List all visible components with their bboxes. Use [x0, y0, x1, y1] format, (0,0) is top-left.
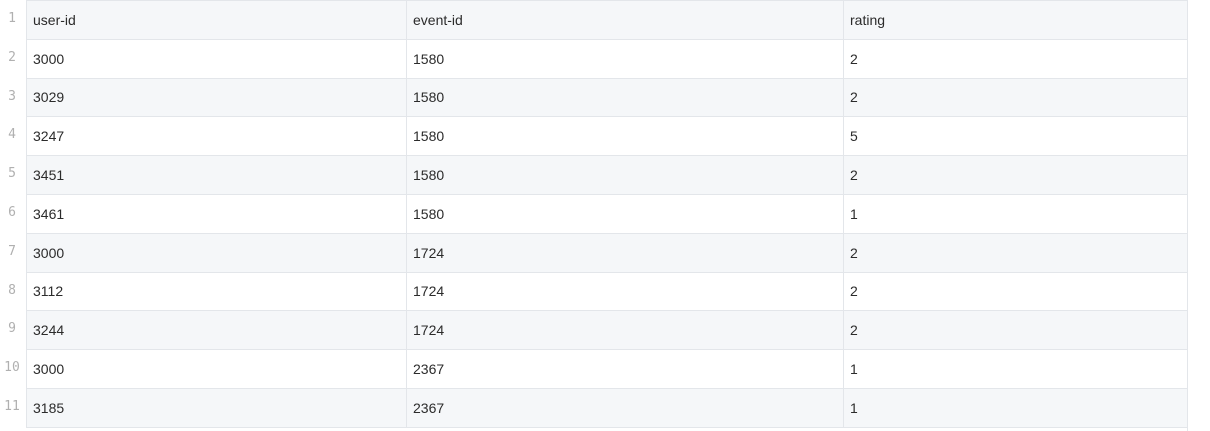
- data-table: user-id event-id rating 3000 1580 2 3029…: [26, 0, 1188, 428]
- table-row: 3112 1724 2: [26, 271, 1188, 312]
- cell-event-id[interactable]: 1580: [406, 155, 844, 195]
- cell-rating[interactable]: 2: [843, 38, 1188, 79]
- line-number: 7: [8, 243, 16, 259]
- cell-user-id[interactable]: 3451: [26, 155, 407, 195]
- line-number: 3: [8, 88, 16, 104]
- cell-rating[interactable]: 1: [843, 387, 1188, 428]
- cell-user-id[interactable]: 3000: [26, 38, 407, 79]
- cell-rating[interactable]: 1: [843, 349, 1188, 389]
- table-row: 3244 1724 2: [26, 310, 1188, 351]
- cell-event-id[interactable]: 1724: [406, 310, 844, 351]
- cell-event-id[interactable]: 1724: [406, 232, 844, 273]
- column-header-event-id[interactable]: event-id: [406, 0, 844, 40]
- line-number: 8: [8, 282, 16, 298]
- table-right-border: [1187, 0, 1188, 431]
- line-number: 10: [4, 360, 20, 376]
- table-header-row: user-id event-id rating: [26, 0, 1188, 40]
- table-row: 3247 1580 5: [26, 116, 1188, 157]
- cell-user-id[interactable]: 3244: [26, 310, 407, 351]
- line-number: 6: [8, 205, 16, 220]
- cell-event-id[interactable]: 1580: [406, 38, 844, 79]
- cell-user-id[interactable]: 3000: [26, 232, 407, 273]
- csv-table-view: 1 2 3 4 5 6 7 8 9 10 11 user-id event-id…: [0, 0, 1210, 431]
- cell-user-id[interactable]: 3000: [26, 349, 407, 389]
- line-number: 2: [8, 49, 16, 65]
- cell-user-id[interactable]: 3461: [26, 193, 407, 234]
- table-row: 3461 1580 1: [26, 193, 1188, 234]
- line-number: 5: [8, 166, 16, 182]
- cell-event-id[interactable]: 1580: [406, 77, 844, 118]
- cell-rating[interactable]: 2: [843, 232, 1188, 273]
- table-row: 3000 2367 1: [26, 349, 1188, 389]
- cell-event-id[interactable]: 1724: [406, 271, 844, 312]
- cell-user-id[interactable]: 3185: [26, 387, 407, 428]
- table-row: 3451 1580 2: [26, 155, 1188, 195]
- cell-event-id[interactable]: 1580: [406, 193, 844, 234]
- table-row: 3185 2367 1: [26, 387, 1188, 428]
- column-header-rating[interactable]: rating: [843, 0, 1188, 40]
- cell-user-id[interactable]: 3247: [26, 116, 407, 157]
- line-number: 4: [8, 127, 16, 143]
- cell-rating[interactable]: 2: [843, 155, 1188, 195]
- table-row: 3029 1580 2: [26, 77, 1188, 118]
- column-header-user-id[interactable]: user-id: [26, 0, 407, 40]
- cell-rating[interactable]: 1: [843, 193, 1188, 234]
- cell-rating[interactable]: 5: [843, 116, 1188, 157]
- line-number: 11: [4, 399, 20, 414]
- cell-event-id[interactable]: 1580: [406, 116, 844, 157]
- cell-event-id[interactable]: 2367: [406, 387, 844, 428]
- table-row: 3000 1724 2: [26, 232, 1188, 273]
- cell-rating[interactable]: 2: [843, 310, 1188, 351]
- line-number: 1: [8, 11, 16, 26]
- cell-event-id[interactable]: 2367: [406, 349, 844, 389]
- cell-rating[interactable]: 2: [843, 77, 1188, 118]
- line-number: 9: [8, 321, 16, 337]
- cell-rating[interactable]: 2: [843, 271, 1188, 312]
- cell-user-id[interactable]: 3112: [26, 271, 407, 312]
- line-number-gutter: 1 2 3 4 5 6 7 8 9 10 11: [0, 0, 26, 431]
- cell-user-id[interactable]: 3029: [26, 77, 407, 118]
- table-row: 3000 1580 2: [26, 38, 1188, 79]
